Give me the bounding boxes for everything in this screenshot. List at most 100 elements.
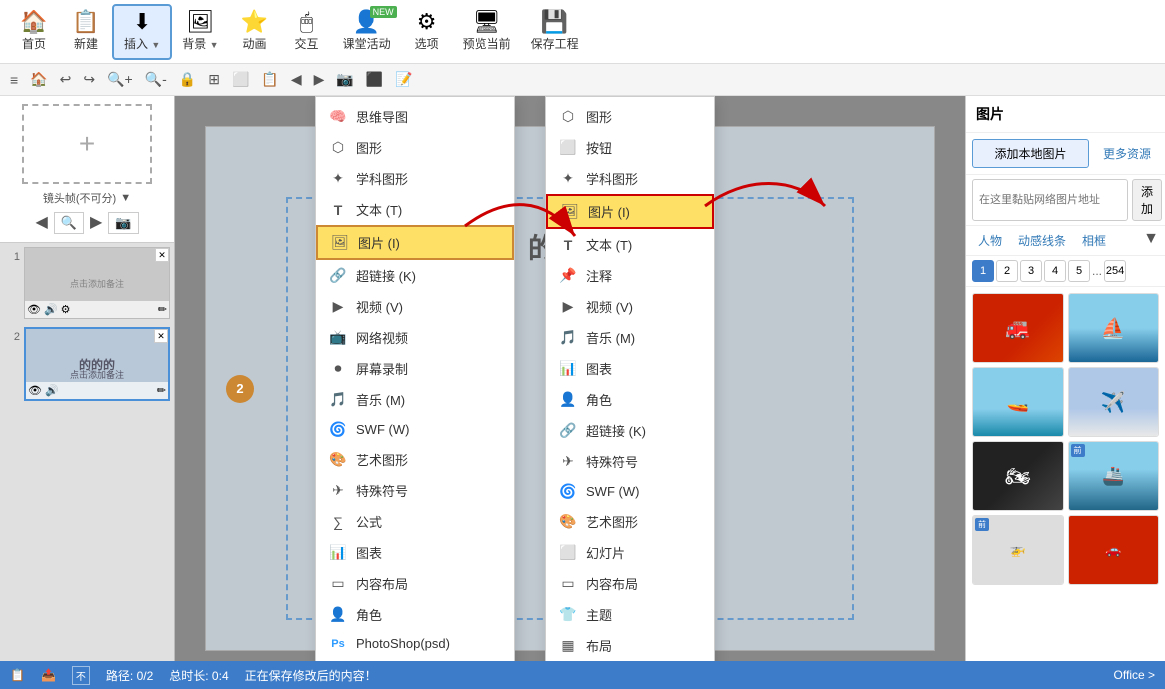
right-menu-role[interactable]: 👤 角色: [546, 384, 714, 415]
tab-dynamic-lines[interactable]: 动感线条: [1012, 230, 1072, 251]
menu-photoshop[interactable]: Ps PhotoShop(psd): [316, 630, 514, 657]
tb2-lock[interactable]: 🔒: [173, 67, 202, 93]
menu-text[interactable]: T 文本 (T): [316, 194, 514, 225]
toolbar-home[interactable]: 🏠 首页: [8, 4, 60, 60]
menu-art-shape[interactable]: 🎨 艺术图形: [316, 444, 514, 475]
slide1-action-audio[interactable]: 🔊: [44, 303, 58, 316]
tb2-grid2[interactable]: ⊞: [202, 67, 226, 93]
tabs-dropdown-btn[interactable]: ▼: [1143, 230, 1159, 251]
menu-shape[interactable]: ⬡ 图形: [316, 132, 514, 163]
tb2-play[interactable]: ▶: [308, 67, 331, 93]
right-menu-image[interactable]: 🖼 图片 (I): [546, 194, 714, 229]
toolbar-preview[interactable]: 🖥 预览当前: [453, 4, 521, 60]
right-menu-swf[interactable]: 🌀 SWF (W): [546, 477, 714, 506]
right-menu-slideshow[interactable]: ⬜ 幻灯片: [546, 537, 714, 568]
menu-content-layout[interactable]: ▭ 内容布局: [316, 568, 514, 599]
tb2-home[interactable]: 🏠: [24, 67, 53, 93]
tb2-copy[interactable]: 📋: [255, 67, 284, 93]
image-cell-motorcycle[interactable]: 🏍: [972, 441, 1064, 511]
slide-thumb-1[interactable]: 1 点击添加备注 ✕ 👁 🔊 ⚙ ✏: [4, 247, 170, 319]
status-icon-2[interactable]: 📤: [41, 668, 56, 682]
page-btn-3[interactable]: 3: [1020, 260, 1042, 282]
right-menu-video[interactable]: ▶ 视频 (V): [546, 291, 714, 322]
new-frame-box[interactable]: +: [22, 104, 152, 184]
toolbar-save[interactable]: 💾 保存工程: [521, 4, 589, 60]
url-add-btn[interactable]: 添加: [1132, 179, 1162, 221]
page-btn-2[interactable]: 2: [996, 260, 1018, 282]
frame-camera-btn[interactable]: 📷: [108, 212, 138, 234]
right-menu-chart[interactable]: 📊 图表: [546, 353, 714, 384]
menu-pdf[interactable]: 📄 PDF: [316, 657, 514, 661]
toolbar-new[interactable]: 📋 新建: [60, 4, 112, 60]
right-menu-art-shape[interactable]: 🎨 艺术图形: [546, 506, 714, 537]
tb2-undo[interactable]: ↩: [54, 67, 78, 93]
slide1-action-settings[interactable]: ⚙: [61, 303, 71, 316]
slide-thumb-2[interactable]: 2 的的的 ✕ 👁 🔊 ✏ 点击添加备注: [4, 327, 170, 401]
menu-mindmap[interactable]: 🧠 思维导图: [316, 101, 514, 132]
right-menu-music[interactable]: 🎵 音乐 (M): [546, 322, 714, 353]
tb2-grid[interactable]: ≡: [4, 67, 24, 93]
status-icon-3[interactable]: 不: [72, 666, 90, 685]
menu-formula[interactable]: ∑ 公式: [316, 506, 514, 537]
slide1-action-edit[interactable]: ✏: [158, 303, 167, 316]
toolbar-select[interactable]: ⚙ 选项: [401, 4, 453, 60]
slide2-action-edit[interactable]: ✏: [157, 384, 166, 397]
page-btn-4[interactable]: 4: [1044, 260, 1066, 282]
slide-close-1[interactable]: ✕: [155, 248, 169, 262]
menu-video[interactable]: ▶ 视频 (V): [316, 291, 514, 322]
menu-subject-shape[interactable]: ✦ 学科图形: [316, 163, 514, 194]
menu-special-char[interactable]: ✈ 特殊符号: [316, 475, 514, 506]
tb2-stop[interactable]: ⬛: [360, 67, 389, 93]
menu-web-video[interactable]: 📺 网络视频: [316, 322, 514, 353]
page-btn-1[interactable]: 1: [972, 260, 994, 282]
frame-back-btn[interactable]: ◀: [36, 212, 48, 234]
image-cell-fire-truck[interactable]: 🚒: [972, 293, 1064, 363]
page-btn-5[interactable]: 5: [1068, 260, 1090, 282]
menu-screenrec[interactable]: ⏺ 屏幕录制: [316, 353, 514, 384]
image-cell-more2[interactable]: 🚗: [1068, 515, 1160, 585]
tb2-square[interactable]: ⬜: [226, 67, 255, 93]
status-icon-1[interactable]: 📋: [10, 668, 25, 682]
right-menu-note[interactable]: 📌 注释: [546, 260, 714, 291]
menu-chart[interactable]: 📊 图表: [316, 537, 514, 568]
right-menu-special-char[interactable]: ✈ 特殊符号: [546, 446, 714, 477]
toolbar-interact[interactable]: 🖱 交互: [281, 4, 333, 60]
slide2-action-audio[interactable]: 🔊: [45, 384, 59, 397]
right-menu-subject-shape[interactable]: ✦ 学科图形: [546, 163, 714, 194]
slide1-action-eye[interactable]: 👁: [27, 303, 41, 316]
image-cell-submarine[interactable]: 前 🚢: [1068, 441, 1160, 511]
add-local-image-btn[interactable]: 添加本地图片: [972, 139, 1089, 168]
frame-search-btn[interactable]: 🔍: [54, 212, 84, 234]
image-cell-speedboat[interactable]: 🚤: [972, 367, 1064, 437]
tb2-back[interactable]: ◀: [285, 67, 308, 93]
frame-forward-btn[interactable]: ▶: [90, 212, 102, 234]
toolbar-class-activity[interactable]: NEW 👤 课堂活动: [333, 4, 401, 60]
url-input[interactable]: [972, 179, 1128, 221]
menu-hyperlink[interactable]: 🔗 超链接 (K): [316, 260, 514, 291]
slide-close-2[interactable]: ✕: [154, 329, 168, 343]
menu-swf[interactable]: 🌀 SWF (W): [316, 415, 514, 444]
more-resources-btn[interactable]: 更多资源: [1095, 139, 1159, 168]
right-menu-text[interactable]: T 文本 (T): [546, 229, 714, 260]
slide2-action-eye[interactable]: 👁: [28, 384, 42, 397]
right-menu-hyperlink[interactable]: 🔗 超链接 (K): [546, 415, 714, 446]
toolbar-background[interactable]: 🖼 背景 ▼: [172, 4, 228, 60]
tb2-zoom-in[interactable]: 🔍+: [101, 67, 139, 93]
image-cell-airplane[interactable]: ✈️: [1068, 367, 1160, 437]
image-cell-more1[interactable]: 前 🚁: [972, 515, 1064, 585]
right-menu-layout[interactable]: ▦ 布局: [546, 630, 714, 661]
tb2-note[interactable]: 📝: [389, 67, 418, 93]
menu-image[interactable]: 🖼 图片 (I): [316, 225, 514, 260]
right-menu-shape[interactable]: ⬡ 图形: [546, 101, 714, 132]
toolbar-insert[interactable]: ⬇ 插入 ▼: [112, 4, 172, 60]
tb2-redo[interactable]: ↪: [77, 67, 101, 93]
tb2-camera[interactable]: 📷: [330, 67, 359, 93]
page-btn-last[interactable]: 254: [1104, 260, 1126, 282]
tab-frame[interactable]: 相框: [1076, 230, 1112, 251]
tb2-zoom-out[interactable]: 🔍-: [139, 67, 173, 93]
toolbar-animation[interactable]: ⭐ 动画: [229, 4, 281, 60]
right-menu-button[interactable]: ⬜ 按钮: [546, 132, 714, 163]
right-menu-content-layout[interactable]: ▭ 内容布局: [546, 568, 714, 599]
right-menu-theme[interactable]: 👕 主题: [546, 599, 714, 630]
new-frame-select[interactable]: 镜头帧(不可分) ▼: [43, 190, 131, 206]
